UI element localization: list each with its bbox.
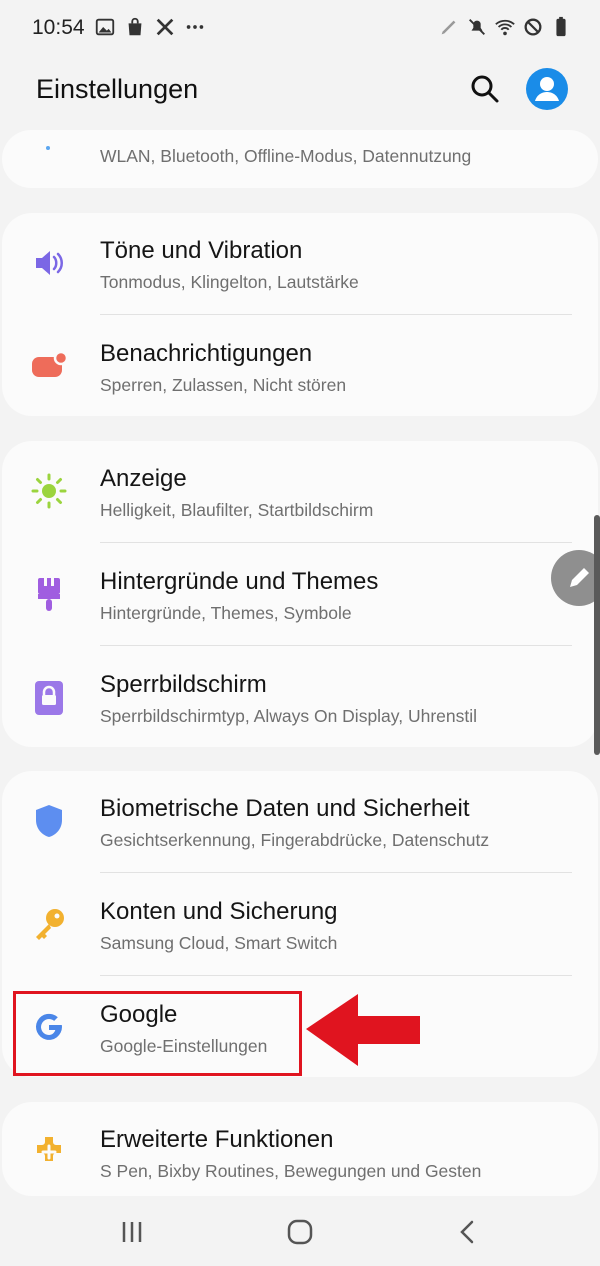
settings-item-subtitle: Samsung Cloud, Smart Switch	[100, 933, 338, 953]
settings-item-subtitle: Sperrbildschirmtyp, Always On Display, U…	[100, 706, 478, 726]
back-icon	[460, 1220, 474, 1244]
recent-apps-button[interactable]	[110, 1214, 154, 1250]
lock-icon	[28, 676, 70, 718]
back-button[interactable]	[446, 1214, 490, 1250]
status-time: 10:54	[32, 16, 85, 39]
settings-item-title: Hintergründe und Themes	[100, 568, 379, 595]
status-bar: 10:54	[0, 0, 600, 58]
battery-icon	[556, 16, 566, 37]
settings-item-subtitle: Hintergründe, Themes, Symbole	[100, 603, 352, 623]
settings-item-biometrics-security[interactable]: Biometrische Daten und Sicherheit Gesich…	[2, 771, 598, 875]
recent-apps-icon	[122, 1222, 142, 1242]
settings-item-display[interactable]: Anzeige Helligkeit, Blaufilter, Startbil…	[2, 441, 598, 545]
account-icon	[535, 77, 559, 101]
settings-item-lock-screen[interactable]: Sperrbildschirm Sperrbildschirmtyp, Alwa…	[2, 647, 598, 751]
navigation-bar	[0, 1200, 600, 1266]
settings-item-accounts-backup[interactable]: Konten und Sicherung Samsung Cloud, Smar…	[2, 874, 598, 978]
shield-icon	[28, 800, 70, 842]
edit-button[interactable]	[551, 550, 600, 606]
divider	[100, 314, 572, 315]
pen-icon	[441, 20, 456, 35]
settings-item-title: Erweiterte Funktionen	[100, 1126, 334, 1153]
scrollbar[interactable]	[594, 515, 600, 755]
speaker-icon	[28, 242, 70, 284]
settings-card-advanced: Erweiterte Funktionen S Pen, Bixby Routi…	[2, 1102, 598, 1196]
settings-item-title: Anzeige	[100, 465, 187, 492]
settings-card-connections: WLAN, Bluetooth, Offline-Modus, Datennut…	[2, 130, 598, 188]
search-button[interactable]	[466, 70, 504, 108]
pencil-icon	[570, 568, 589, 587]
puzzle-plus-icon	[28, 1131, 70, 1173]
divider	[100, 872, 572, 873]
settings-item-subtitle: Gesichtserkennung, Fingerabdrücke, Daten…	[100, 830, 490, 850]
mute-icon	[469, 19, 485, 35]
settings-item-title: Töne und Vibration	[100, 237, 303, 264]
settings-item-notifications[interactable]: Benachrichtigungen Sperren, Zulassen, Ni…	[2, 316, 598, 420]
search-icon	[471, 75, 499, 103]
account-button[interactable]	[526, 68, 568, 110]
app-bar: Einstellungen	[0, 60, 600, 126]
status-right-icons	[438, 16, 572, 38]
settings-item-subtitle: S Pen, Bixby Routines, Bewegungen und Ge…	[100, 1161, 482, 1181]
wifi-icon	[495, 19, 515, 36]
settings-item-subtitle: Sperren, Zulassen, Nicht stören	[100, 375, 347, 395]
key-icon	[28, 903, 70, 945]
settings-item-sound[interactable]: Töne und Vibration Tonmodus, Klingelton,…	[2, 213, 598, 317]
page-title: Einstellungen	[36, 74, 199, 104]
settings-item-title: Benachrichtigungen	[100, 340, 313, 367]
shopping-bag-icon	[128, 17, 142, 36]
status-left-icons	[94, 16, 206, 38]
notification-icon	[28, 345, 70, 387]
brightness-icon	[28, 470, 70, 512]
highlight-box	[13, 991, 302, 1076]
settings-item-subtitle: Helligkeit, Blaufilter, Startbildschirm	[100, 500, 374, 520]
settings-card-sound-notifications: Töne und Vibration Tonmodus, Klingelton,…	[2, 213, 598, 416]
divider	[100, 542, 572, 543]
settings-item-title: Biometrische Daten und Sicherheit	[100, 795, 470, 822]
red-arrow-icon	[306, 994, 420, 1066]
settings-card-display: Anzeige Helligkeit, Blaufilter, Startbil…	[2, 441, 598, 747]
more-dots-icon	[186, 25, 204, 29]
paint-brush-icon	[28, 573, 70, 615]
settings-item-title: Konten und Sicherung	[100, 898, 338, 925]
settings-item-advanced-features[interactable]: Erweiterte Funktionen S Pen, Bixby Routi…	[2, 1102, 598, 1196]
tools-icon	[156, 18, 174, 36]
settings-item-title: Sperrbildschirm	[100, 671, 267, 698]
settings-item-wallpapers-themes[interactable]: Hintergründe und Themes Hintergründe, Th…	[2, 544, 598, 648]
connections-subtitle[interactable]: WLAN, Bluetooth, Offline-Modus, Datennut…	[100, 146, 471, 167]
home-icon	[287, 1219, 313, 1245]
partial-icon	[46, 146, 50, 150]
home-button[interactable]	[278, 1214, 322, 1250]
do-not-disturb-icon	[524, 18, 542, 36]
divider	[100, 975, 572, 976]
divider	[100, 645, 572, 646]
settings-item-subtitle: Tonmodus, Klingelton, Lautstärke	[100, 272, 359, 292]
image-icon	[95, 18, 115, 36]
